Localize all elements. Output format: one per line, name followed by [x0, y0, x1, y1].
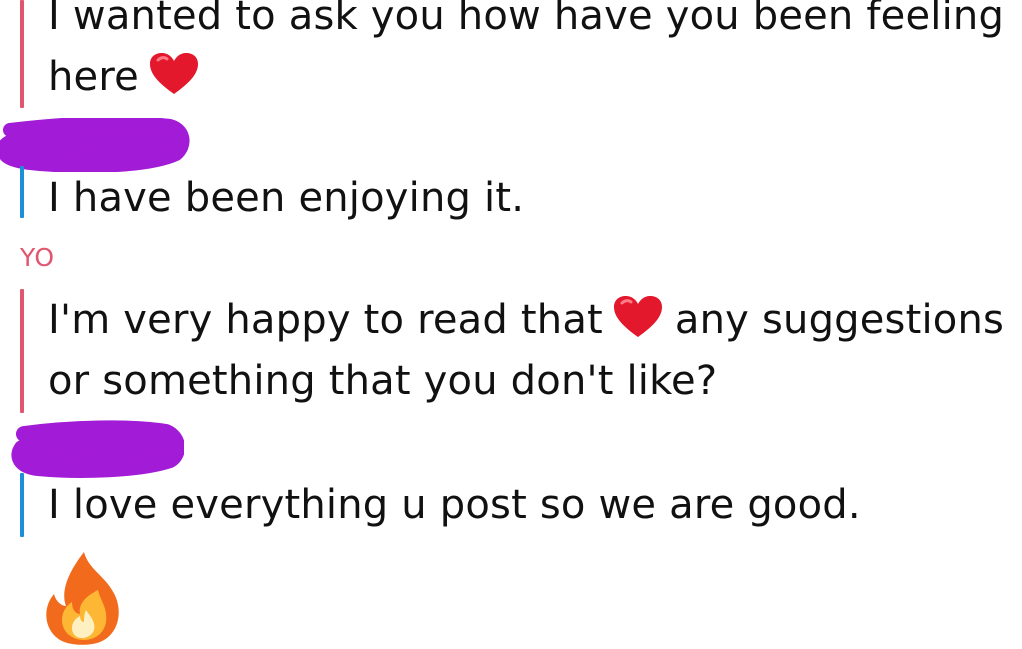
sender-bar-me [20, 0, 24, 108]
redacted-sender-name [11, 420, 184, 478]
message-text-line: I'm very happy to read that any suggestio… [48, 296, 1005, 343]
redacted-sender-name [0, 118, 190, 172]
sender-bar-me [20, 289, 24, 413]
sender-name-label: YO [20, 243, 55, 272]
message-text-line: I love everything u post so we are good. [48, 482, 861, 528]
heart-icon [149, 53, 198, 94]
sender-bar-them [20, 166, 24, 218]
sender-bar-them [20, 473, 24, 537]
message-text-line: I have been enjoying it. [48, 175, 525, 221]
fire-icon[interactable] [40, 550, 126, 646]
heart-icon [613, 296, 662, 337]
message-text-line-2: here [48, 47, 211, 108]
message-text-line: I wanted to ask you how have you been fe… [48, 0, 1005, 39]
message-text-line-2: or something that you don't like? [48, 358, 718, 404]
